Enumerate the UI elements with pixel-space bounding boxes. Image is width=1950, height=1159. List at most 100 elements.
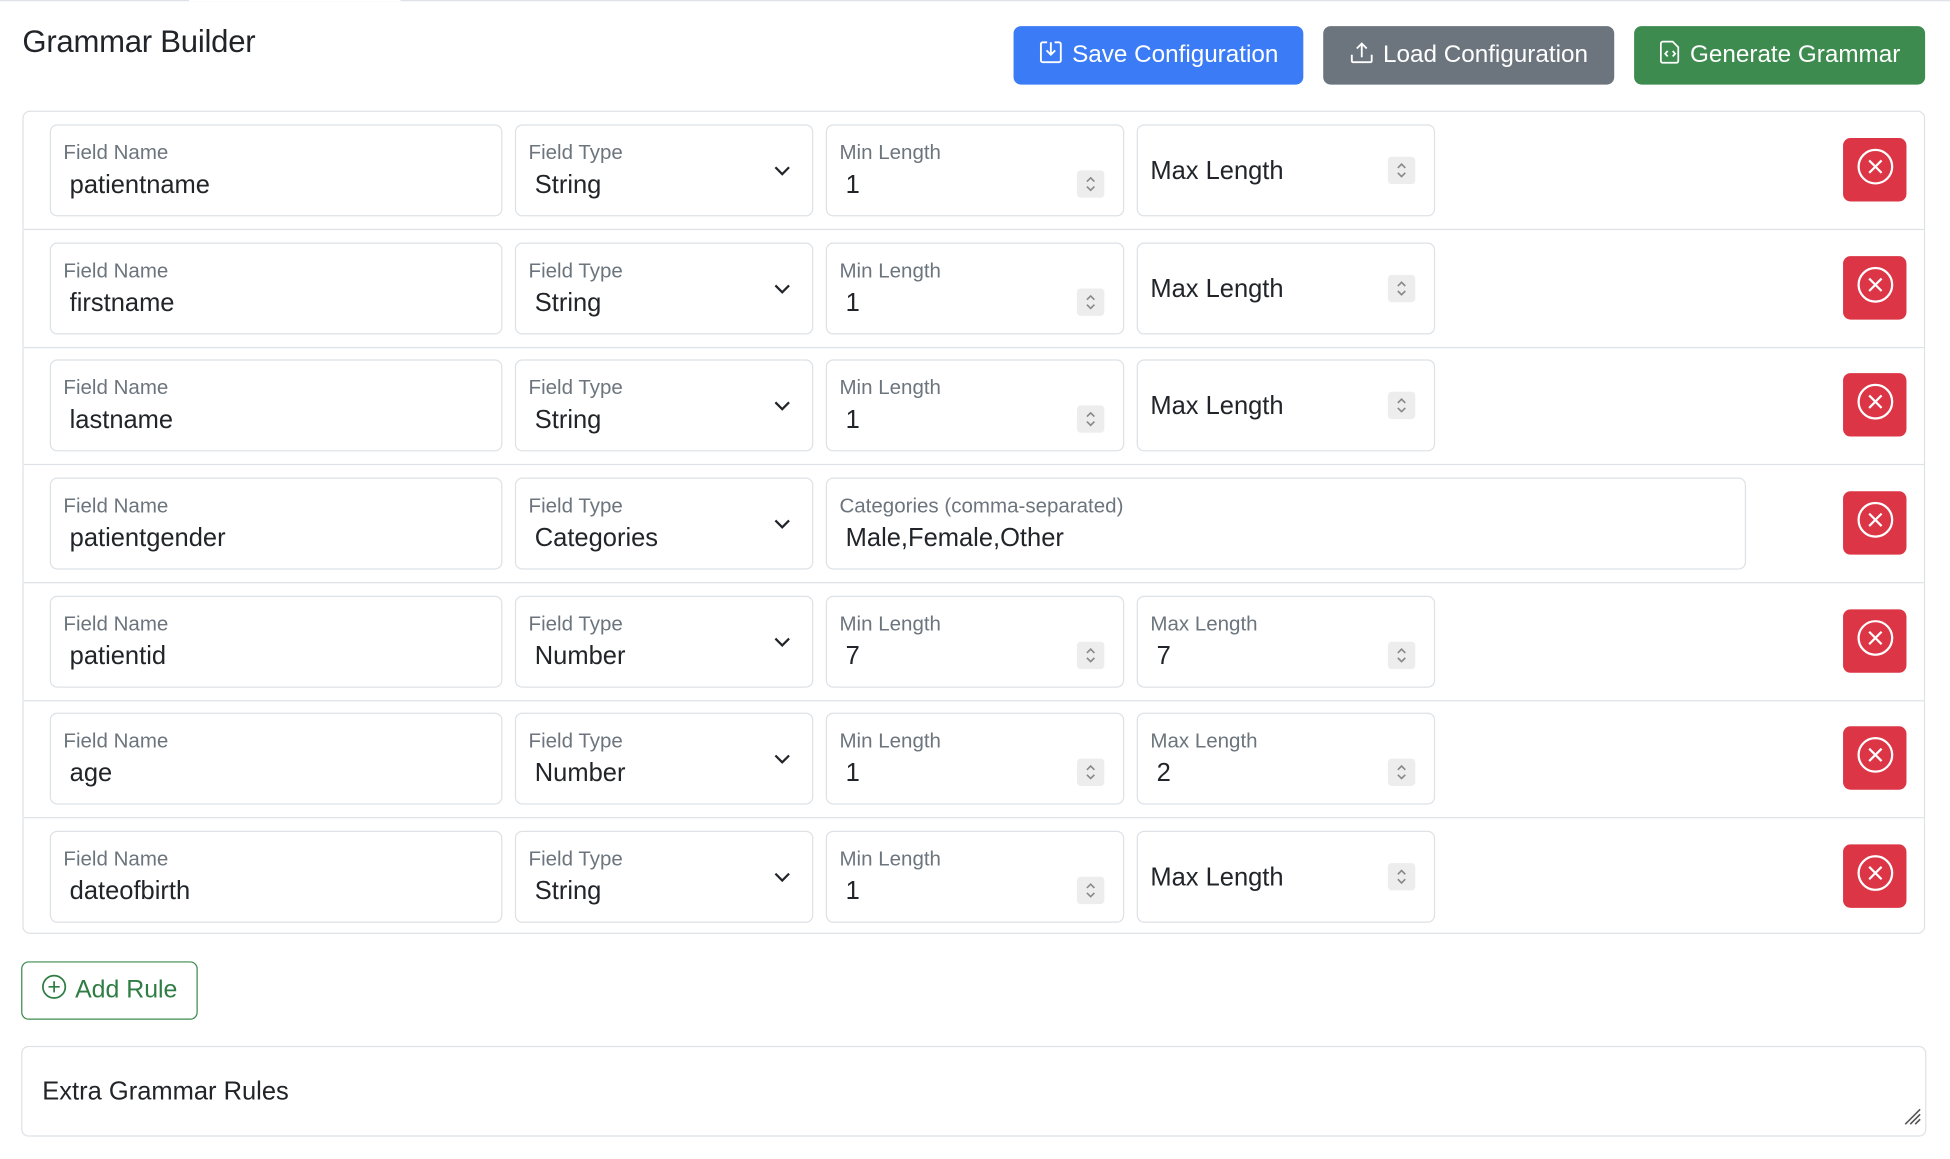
- spinner-arrows-icon[interactable]: [1076, 641, 1105, 669]
- min-length-input[interactable]: Min Length 1: [825, 359, 1125, 452]
- extra-grammar-rules-placeholder: Extra Grammar Rules: [42, 1076, 289, 1106]
- field-type-select[interactable]: Field Type String: [514, 242, 814, 335]
- field-type-select[interactable]: Field Type Categories: [514, 477, 814, 570]
- load-configuration-button[interactable]: Load Configuration: [1323, 26, 1615, 85]
- spinner-arrows-icon[interactable]: [1387, 641, 1416, 669]
- max-length-input[interactable]: Max Length 2: [1136, 713, 1436, 806]
- field-name-label: Field Name: [63, 494, 169, 518]
- chevron-down-icon: [772, 749, 792, 775]
- x-circle-icon: [1855, 735, 1895, 781]
- extra-grammar-rules-textarea[interactable]: Extra Grammar Rules: [21, 1045, 1927, 1137]
- spinner-arrows-icon[interactable]: [1076, 170, 1105, 198]
- min-length-value: 1: [845, 876, 860, 906]
- field-type-label: Field Type: [528, 848, 623, 871]
- upload-icon: [1349, 39, 1374, 71]
- field-type-value: Number: [534, 759, 626, 788]
- min-length-input[interactable]: Min Length 1: [825, 242, 1125, 335]
- min-length-label: Min Length: [839, 377, 941, 400]
- field-name-value: firstname: [69, 288, 175, 317]
- chevron-down-icon: [772, 278, 792, 304]
- generate-grammar-button[interactable]: Generate Grammar: [1634, 26, 1926, 85]
- max-length-label: Max Length: [1150, 612, 1258, 636]
- add-rule-button[interactable]: Add Rule: [21, 961, 198, 1020]
- max-length-input[interactable]: Max Length: [1136, 830, 1436, 923]
- resize-grip-icon[interactable]: [1898, 1102, 1923, 1133]
- save-configuration-button[interactable]: Save Configuration: [1013, 26, 1304, 85]
- spinner-arrows-icon[interactable]: [1387, 863, 1416, 891]
- max-length-value: 2: [1156, 759, 1171, 788]
- field-name-input[interactable]: Field Name lastname: [49, 359, 503, 452]
- x-circle-icon: [1855, 500, 1895, 546]
- max-length-input[interactable]: Max Length: [1136, 359, 1436, 452]
- field-name-value: lastname: [69, 405, 174, 435]
- delete-rule-button[interactable]: [1843, 726, 1907, 791]
- x-circle-icon: [1855, 382, 1895, 428]
- generate-grammar-label: Generate Grammar: [1690, 41, 1901, 69]
- max-length-placeholder: Max Length: [1150, 274, 1284, 304]
- min-length-label: Min Length: [839, 848, 941, 871]
- spinner-arrows-icon[interactable]: [1387, 156, 1416, 185]
- delete-rule-button[interactable]: [1843, 255, 1907, 320]
- min-length-input[interactable]: Min Length 1: [825, 830, 1125, 923]
- min-length-value: 7: [845, 641, 860, 670]
- min-length-value: 1: [845, 170, 860, 199]
- spinner-arrows-icon[interactable]: [1076, 876, 1105, 905]
- max-length-input[interactable]: Max Length: [1136, 124, 1436, 217]
- field-name-value: dateofbirth: [69, 876, 191, 906]
- categories-value: Male,Female,Other: [845, 523, 1064, 553]
- min-length-input[interactable]: Min Length 7: [825, 595, 1125, 688]
- min-length-input[interactable]: Min Length 1: [825, 124, 1125, 217]
- field-name-label: Field Name: [63, 730, 169, 753]
- field-type-select[interactable]: Field Type Number: [514, 713, 814, 806]
- field-name-input[interactable]: Field Name age: [49, 713, 503, 806]
- max-length-placeholder: Max Length: [1150, 863, 1284, 892]
- field-name-input[interactable]: Field Name patientname: [49, 124, 503, 217]
- categories-input[interactable]: Categories (comma-separated) Male,Female,…: [825, 477, 1747, 570]
- chevron-down-icon: [772, 396, 792, 422]
- delete-rule-button[interactable]: [1843, 608, 1907, 673]
- field-name-input[interactable]: Field Name patientgender: [49, 477, 503, 570]
- delete-rule-button[interactable]: [1843, 491, 1907, 555]
- rule-row: Field Name patientgender Field Type Categor…: [23, 465, 1924, 584]
- field-type-select[interactable]: Field Type String: [514, 124, 814, 217]
- field-name-label: Field Name: [63, 848, 169, 871]
- field-type-value: String: [534, 170, 602, 199]
- delete-rule-button[interactable]: [1843, 138, 1907, 202]
- active-tab-gap: [189, 0, 401, 2]
- delete-rule-button[interactable]: [1843, 844, 1907, 908]
- chevron-down-icon: [772, 514, 792, 540]
- field-type-value: String: [534, 405, 602, 435]
- field-name-label: Field Name: [63, 612, 169, 636]
- spinner-arrows-icon[interactable]: [1076, 288, 1105, 316]
- min-length-input[interactable]: Min Length 1: [825, 713, 1125, 806]
- delete-rule-button[interactable]: [1843, 373, 1907, 437]
- min-length-value: 1: [845, 288, 860, 317]
- categories-label: Categories (comma-separated): [839, 494, 1124, 518]
- spinner-arrows-icon[interactable]: [1387, 274, 1416, 302]
- spinner-arrows-icon[interactable]: [1387, 392, 1416, 420]
- field-type-label: Field Type: [528, 377, 623, 400]
- field-name-value: patientgender: [69, 523, 226, 553]
- min-length-label: Min Length: [839, 141, 941, 165]
- min-length-label: Min Length: [839, 612, 941, 636]
- spinner-arrows-icon[interactable]: [1387, 759, 1416, 787]
- field-type-select[interactable]: Field Type String: [514, 830, 814, 923]
- field-name-input[interactable]: Field Name dateofbirth: [49, 830, 503, 923]
- field-name-label: Field Name: [63, 259, 169, 282]
- field-type-label: Field Type: [528, 141, 623, 165]
- min-length-value: 1: [845, 759, 860, 788]
- field-name-label: Field Name: [63, 377, 169, 400]
- spinner-arrows-icon[interactable]: [1076, 759, 1105, 787]
- min-length-label: Min Length: [839, 730, 941, 753]
- max-length-input[interactable]: Max Length 7: [1136, 595, 1436, 688]
- spinner-arrows-icon[interactable]: [1076, 405, 1105, 434]
- field-type-select[interactable]: Field Type String: [514, 359, 814, 452]
- field-name-input[interactable]: Field Name firstname: [49, 242, 503, 335]
- max-length-input[interactable]: Max Length: [1136, 242, 1436, 335]
- field-type-value: String: [534, 876, 602, 906]
- field-name-input[interactable]: Field Name patientid: [49, 595, 503, 688]
- field-type-select[interactable]: Field Type Number: [514, 595, 814, 688]
- field-type-label: Field Type: [528, 259, 623, 282]
- field-type-value: Categories: [534, 523, 659, 553]
- chevron-down-icon: [772, 867, 792, 893]
